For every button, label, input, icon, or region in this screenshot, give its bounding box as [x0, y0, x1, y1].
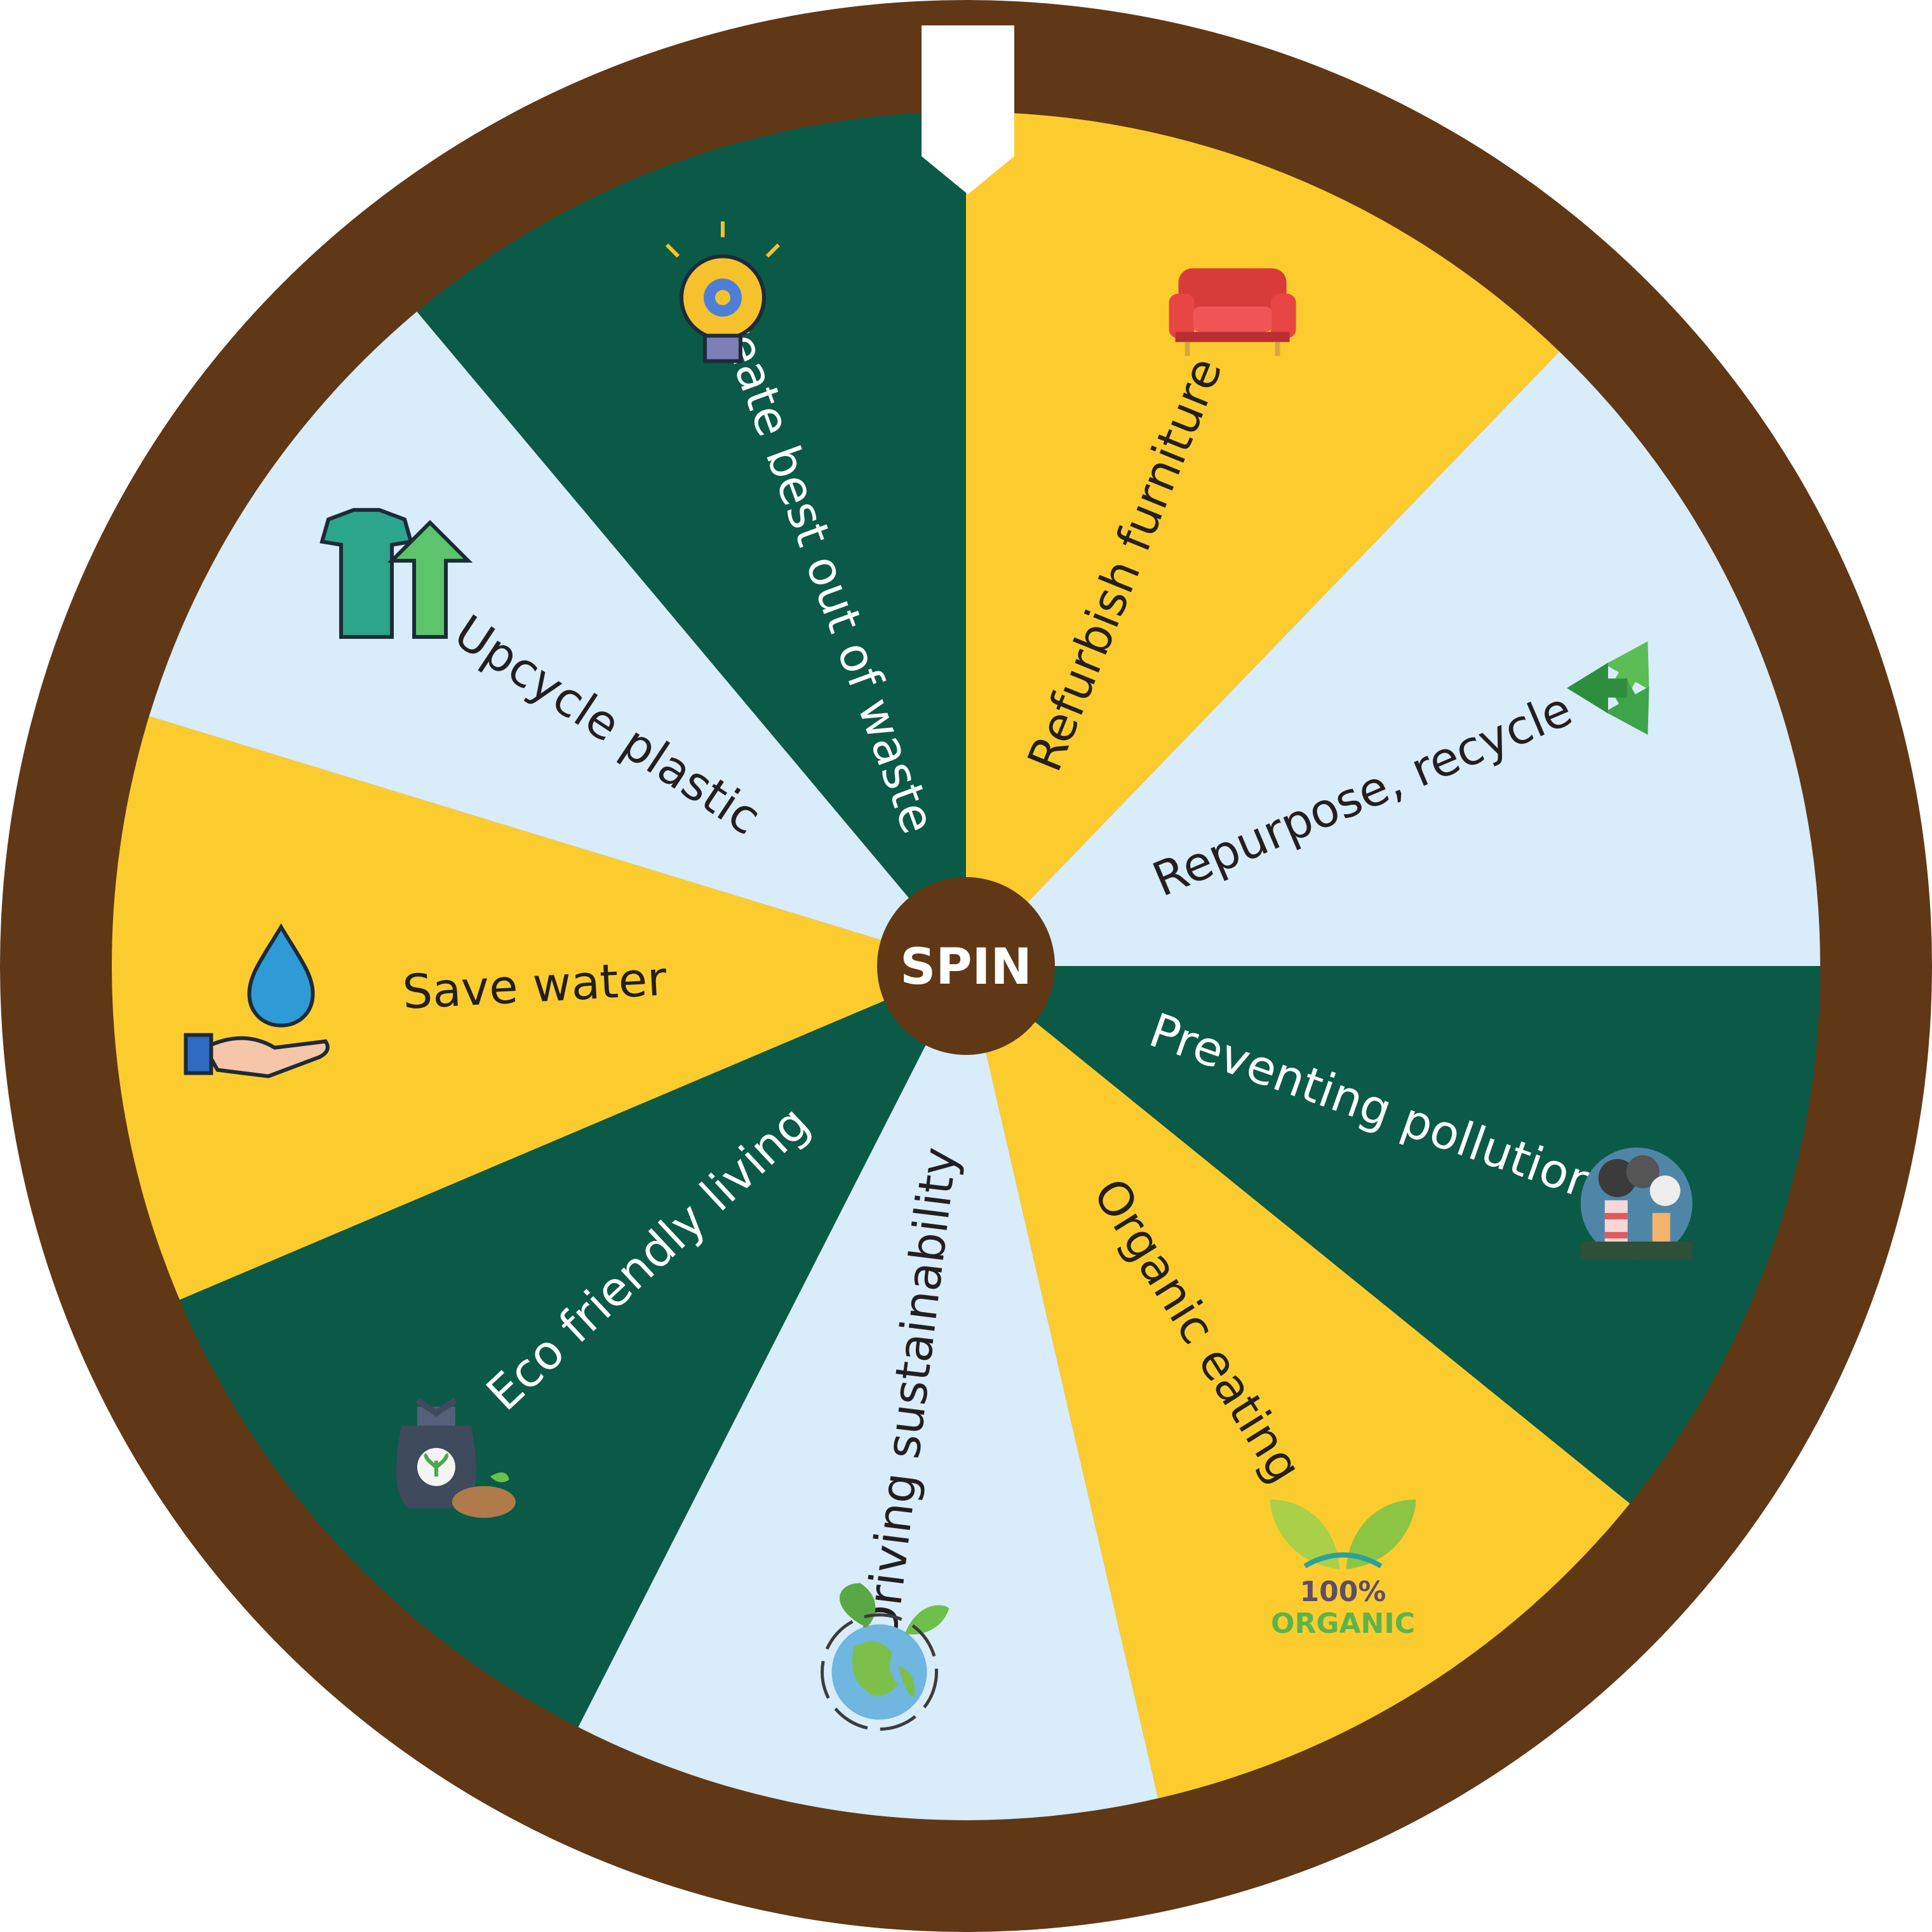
spin-button[interactable]: SPIN — [877, 877, 1055, 1055]
organic-word-text: ORGANIC — [1271, 1607, 1415, 1640]
factory-pollution-icon — [1580, 1147, 1693, 1259]
organic-percent-text: 100% — [1300, 1576, 1386, 1608]
spin-wheel[interactable]: Refurbish furnitureRepurpose, recyclePre… — [0, 0, 1932, 1932]
spin-label[interactable]: SPIN — [900, 939, 1032, 996]
